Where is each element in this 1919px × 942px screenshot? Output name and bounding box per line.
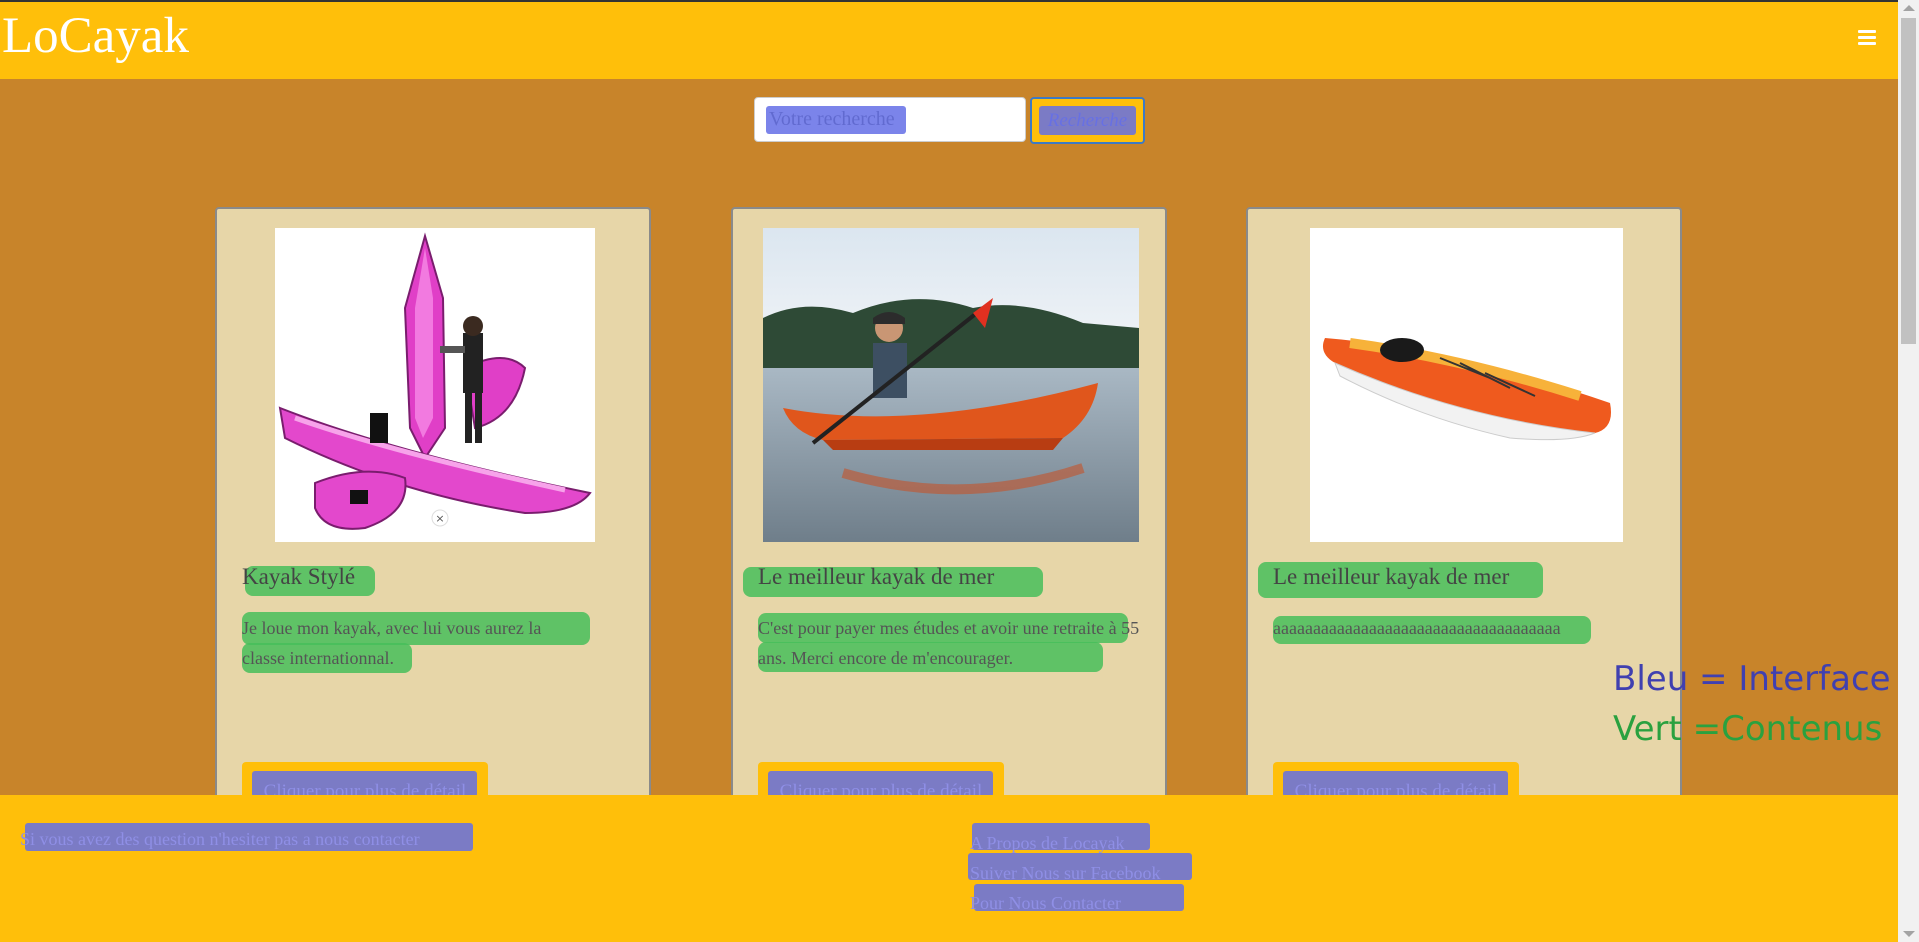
annotation-legend: Bleu = Interface Vert =Contenus bbox=[1613, 654, 1891, 754]
card-image-lake-kayak[interactable] bbox=[763, 228, 1139, 542]
search-button[interactable]: Recherche bbox=[1030, 97, 1145, 144]
card-image-pink-kayak[interactable]: × bbox=[275, 228, 595, 542]
footer-link-contact[interactable]: Pour Nous Contacter bbox=[970, 888, 1160, 918]
card-description: Je loue mon kayak, avec lui vous aurez l… bbox=[242, 618, 542, 668]
card-title: Le meilleur kayak de mer bbox=[758, 564, 995, 589]
footer-link-about[interactable]: A Propos de Locayak bbox=[970, 828, 1160, 858]
scrollbar-thumb[interactable] bbox=[1901, 18, 1916, 344]
pink-kayak-illustration: × bbox=[275, 228, 595, 542]
scroll-down-icon[interactable] bbox=[1903, 931, 1915, 937]
card-description: aaaaaaaaaaaaaaaaaaaaaaaaaaaaaaaaaaaa bbox=[1273, 618, 1561, 638]
search-input[interactable] bbox=[754, 97, 1026, 142]
kayak-card-1: × Kayak Stylé Je loue mon kayak, avec lu… bbox=[215, 207, 651, 822]
vertical-scrollbar[interactable] bbox=[1898, 0, 1919, 942]
top-navbar: LoCayak bbox=[0, 0, 1898, 79]
footer-contact-text[interactable]: Si vous avez des question n'hesiter pas … bbox=[20, 829, 420, 850]
card-description: C'est pour payer mes études et avoir une… bbox=[758, 618, 1140, 668]
scroll-up-icon[interactable] bbox=[1903, 5, 1915, 11]
legend-green: Vert =Contenus bbox=[1613, 709, 1883, 749]
orange-kayak-photo bbox=[1310, 228, 1623, 542]
card-image-orange-kayak[interactable] bbox=[1310, 228, 1623, 542]
kayak-card-2: Le meilleur kayak de mer C'est pour paye… bbox=[731, 207, 1167, 822]
image-close-icon: × bbox=[435, 512, 444, 525]
lake-kayak-photo bbox=[763, 228, 1139, 542]
card-title: Le meilleur kayak de mer bbox=[1273, 564, 1510, 589]
search-button-label: Recherche bbox=[1047, 109, 1128, 131]
footer-links: A Propos de Locayak Suiver Nous sur Face… bbox=[970, 828, 1160, 918]
brand-logo[interactable]: LoCayak bbox=[2, 6, 189, 66]
footer: Si vous avez des question n'hesiter pas … bbox=[0, 795, 1898, 942]
footer-link-facebook[interactable]: Suiver Nous sur Facebook bbox=[970, 858, 1160, 888]
legend-blue: Bleu = Interface bbox=[1613, 659, 1891, 699]
hamburger-menu-icon[interactable] bbox=[1858, 30, 1876, 46]
card-title: Kayak Stylé bbox=[242, 564, 356, 589]
